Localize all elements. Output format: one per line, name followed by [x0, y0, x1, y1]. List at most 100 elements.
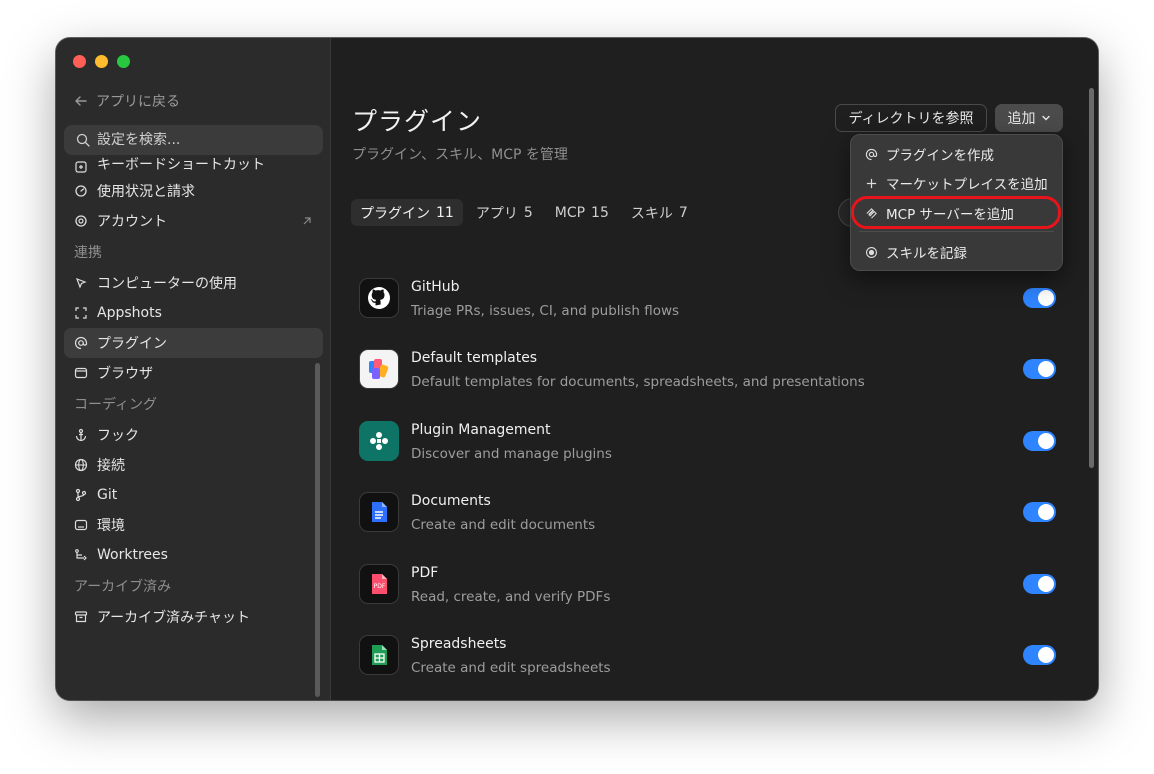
back-to-app-link[interactable]: アプリに戻る [74, 91, 180, 111]
plugin-description: Discover and manage plugins [411, 445, 612, 462]
plugin-enabled-toggle[interactable] [1023, 430, 1056, 451]
toggle-knob [1038, 361, 1054, 378]
pdf-icon-text: PDF [374, 583, 386, 590]
browse-directory-button[interactable]: ディレクトリを参照 [835, 104, 987, 132]
tab-label: スキル [630, 205, 673, 222]
sidebar-item-label: Appshots [97, 305, 162, 321]
sidebar-item-label: アカウント [97, 214, 167, 230]
openai-icon [75, 215, 87, 227]
sidebar-item-plugins[interactable]: プラグイン [64, 328, 323, 358]
toggle-knob [1038, 646, 1054, 663]
sidebar-item-account[interactable]: アカウント [64, 206, 323, 236]
toggle-knob [1038, 575, 1054, 592]
archive-icon [74, 611, 88, 623]
search-icon [76, 133, 90, 147]
anchor-icon [75, 428, 87, 442]
plugin-row[interactable]: Documents Create and edit documents [359, 492, 1059, 563]
page-title: プラグイン [352, 107, 483, 136]
plugin-enabled-toggle[interactable] [1023, 644, 1056, 665]
plugin-management-icon [359, 420, 399, 461]
sidebar-item-label: キーボードショートカット [97, 157, 265, 173]
sidebar: アプリに戻る キーボードショートカット 使用状況と請求 アカウント 連携 [56, 38, 331, 700]
settings-search[interactable] [64, 125, 323, 155]
menu-item-label: スキルを記録 [886, 246, 967, 262]
toggle-knob [1038, 290, 1054, 306]
sidebar-item-label: アーカイブ済みチャット [97, 610, 251, 626]
toggle-knob [1038, 504, 1054, 521]
add-button[interactable]: 追加 [995, 104, 1063, 132]
tab-apps[interactable]: アプリ 5 [467, 199, 542, 226]
menu-item-add-marketplace[interactable]: マーケットプレイスを追加 [857, 169, 1057, 197]
search-input[interactable] [97, 132, 297, 148]
sidebar-item-browser[interactable]: ブラウザ [64, 358, 323, 388]
sidebar-item-label: 接続 [97, 458, 125, 474]
sidebar-nav: キーボードショートカット 使用状況と請求 アカウント 連携 コンピューターの使用… [64, 157, 323, 632]
sidebar-item-hooks[interactable]: フック [64, 420, 323, 450]
sidebar-item-computer-use[interactable]: コンピューターの使用 [64, 268, 323, 298]
keyboard-icon [75, 161, 87, 173]
spreadsheet-icon [359, 634, 399, 675]
sidebar-item-environment[interactable]: 環境 [64, 510, 323, 540]
plugin-row[interactable]: GitHub Triage PRs, issues, CI, and publi… [359, 278, 1059, 349]
settings-window: アプリに戻る キーボードショートカット 使用状況と請求 アカウント 連携 [56, 38, 1098, 700]
minimize-window-button[interactable] [95, 55, 108, 68]
plugin-row[interactable]: PDF PDF Read, create, and verify PDFs [359, 563, 1059, 635]
sidebar-item-label: コンピューターの使用 [97, 276, 237, 292]
sidebar-item-worktrees[interactable]: Worktrees [64, 540, 323, 570]
tab-plugins[interactable]: プラグイン 11 [351, 199, 463, 226]
sidebar-item-usage-billing[interactable]: 使用状況と請求 [64, 176, 323, 206]
git-branch-icon [75, 488, 87, 502]
sidebar-item-label: ブラウザ [97, 366, 153, 382]
plugin-name: PDF [411, 564, 439, 581]
plugin-row[interactable]: Plugin Management Discover and manage pl… [359, 420, 1059, 492]
plugin-enabled-toggle[interactable] [1023, 502, 1056, 523]
main-scrollbar[interactable] [1089, 88, 1094, 468]
sidebar-item-git[interactable]: Git [64, 480, 323, 510]
toggle-knob [1038, 432, 1054, 449]
close-window-button[interactable] [73, 55, 86, 68]
sidebar-item-label: プラグイン [97, 336, 167, 352]
sidebar-item-label: Git [97, 487, 118, 503]
back-label: アプリに戻る [96, 94, 180, 110]
plugin-row[interactable]: Spreadsheets Create and edit spreadsheet… [359, 634, 1059, 700]
sidebar-item-appshots[interactable]: Appshots [64, 298, 323, 328]
gauge-icon [75, 185, 87, 197]
plugin-name: Default templates [411, 350, 538, 367]
templates-icon [359, 349, 399, 390]
tab-mcp[interactable]: MCP 15 [546, 199, 618, 226]
worktree-icon [75, 549, 87, 561]
plugin-row[interactable]: Default templates Default templates for … [359, 349, 1059, 420]
tab-skills[interactable]: スキル 7 [622, 199, 697, 226]
sidebar-item-label: フック [97, 428, 139, 444]
plugin-description: Default templates for documents, spreads… [411, 374, 865, 391]
plugin-description: Triage PRs, issues, CI, and publish flow… [411, 303, 680, 319]
highlight-annotation [851, 196, 1061, 229]
plugin-enabled-toggle[interactable] [1023, 288, 1056, 308]
tab-count: 15 [591, 204, 609, 221]
sidebar-item-keyboard-shortcuts[interactable]: キーボードショートカット [64, 156, 323, 174]
menu-separator [859, 231, 1054, 232]
sidebar-item-label: 使用状況と請求 [97, 184, 195, 200]
plugin-description: Create and edit documents [411, 517, 596, 534]
sidebar-item-label: 環境 [97, 518, 125, 534]
github-icon [359, 278, 399, 318]
zoom-window-button[interactable] [117, 55, 130, 68]
menu-item-label: マーケットプレイスを追加 [886, 177, 1048, 193]
document-icon [359, 492, 399, 533]
screenshot-icon [75, 307, 87, 319]
plugin-enabled-toggle[interactable] [1023, 359, 1056, 380]
menu-item-create-plugin[interactable]: プラグインを作成 [857, 140, 1057, 168]
tab-label: プラグイン [360, 205, 430, 222]
page-subtitle: プラグイン、スキル、MCP を管理 [352, 147, 568, 163]
plugin-name: Plugin Management [411, 421, 551, 438]
plugin-name: Documents [411, 493, 491, 510]
menu-item-record-skill[interactable]: スキルを記録 [857, 238, 1057, 266]
sidebar-scrollbar[interactable] [315, 363, 320, 697]
sidebar-item-archived-chats[interactable]: アーカイブ済みチャット [64, 602, 323, 632]
globe-icon [74, 458, 88, 472]
sidebar-item-connections[interactable]: 接続 [64, 450, 323, 480]
section-coding: コーディング [74, 397, 158, 413]
monitor-icon [74, 519, 88, 531]
plugin-description: Create and edit spreadsheets [411, 659, 611, 676]
plugin-enabled-toggle[interactable] [1023, 573, 1056, 594]
